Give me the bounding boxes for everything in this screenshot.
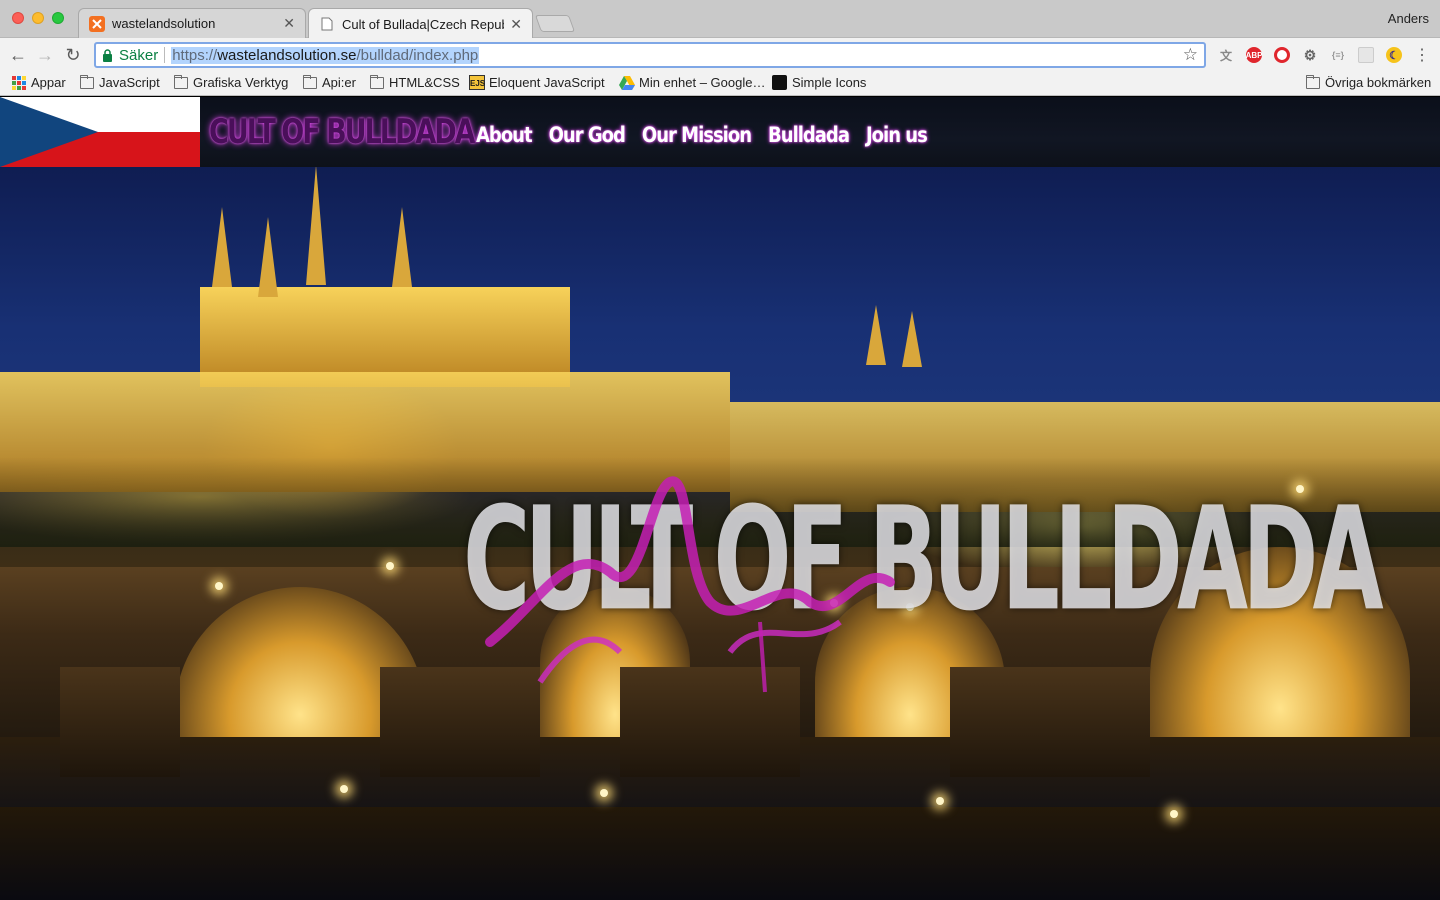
bookmark-label: Eloquent JavaScript: [489, 75, 605, 90]
bookmark-eloquent-javascript[interactable]: EJS Eloquent JavaScript: [469, 75, 605, 90]
adblock-icon[interactable]: ABP: [1246, 47, 1262, 63]
bookmark-label: Min enhet – Google…: [639, 75, 766, 90]
close-window-button[interactable]: [12, 12, 24, 24]
back-arrow-icon[interactable]: ←: [6, 43, 30, 67]
bookmark-min-enhet[interactable]: Min enhet – Google…: [619, 75, 765, 90]
folder-icon: [370, 74, 384, 89]
web-page: CULT OF BULLDADA CULT OF BULLDADA About …: [0, 97, 1440, 900]
grid-extension-icon[interactable]: [1358, 47, 1374, 63]
bookmark-other[interactable]: Övriga bokmärken: [1306, 74, 1432, 90]
castle-spire: [212, 207, 232, 287]
ejs-icon: EJS: [469, 75, 485, 90]
castle-spire: [866, 305, 886, 365]
bridge-pier: [950, 667, 1150, 777]
xampp-icon: [89, 15, 105, 32]
browser-toolbar: ← → ↻ Säker https://wastelandsolution.se…: [0, 38, 1440, 72]
url-host: wastelandsolution.se: [217, 46, 357, 64]
tab-label: Cult of Bullada|Czech Republic: [342, 16, 505, 32]
paint-splash: [485, 476, 895, 693]
bookmarks-bar: Appar JavaScript Grafiska Verktyg Api:er…: [0, 72, 1440, 96]
secure-indicator[interactable]: Säker: [102, 47, 158, 64]
close-tab-icon[interactable]: ✕: [510, 16, 522, 33]
google-drive-icon: [619, 75, 635, 90]
url-text[interactable]: https://wastelandsolution.se/bulldad/ind…: [171, 46, 480, 64]
site-header: CULT OF BULLDADA About Our God Our Missi…: [0, 97, 1440, 167]
page-icon: [319, 16, 335, 32]
maximize-window-button[interactable]: [52, 12, 64, 24]
bookmark-label: Grafiska Verktyg: [193, 75, 289, 90]
street-lamp: [936, 797, 944, 805]
bookmark-javascript[interactable]: JavaScript: [80, 74, 160, 90]
forward-arrow-icon[interactable]: →: [33, 43, 57, 67]
bookmark-simple-icons[interactable]: Simple Icons: [772, 75, 866, 90]
czech-flag: [0, 97, 200, 167]
reload-icon[interactable]: ↻: [61, 43, 85, 67]
folder-icon: [174, 74, 188, 89]
river: [0, 807, 1440, 900]
apps-grid-icon: [12, 75, 26, 90]
castle-spire: [258, 217, 278, 297]
site-logo[interactable]: CULT OF BULLDADA: [209, 113, 476, 152]
bookmark-label: Övriga bokmärken: [1325, 75, 1432, 90]
lock-icon: [103, 48, 112, 62]
tab-wastelandsolution[interactable]: wastelandsolution ✕: [78, 8, 306, 38]
translate-icon[interactable]: 文: [1218, 47, 1234, 63]
close-tab-icon[interactable]: ✕: [283, 15, 295, 32]
new-tab-button[interactable]: [534, 15, 576, 32]
nav-our-mission[interactable]: Our Mission: [642, 123, 752, 148]
gear-extension-icon[interactable]: ⚙: [1302, 47, 1318, 63]
bookmark-label: JavaScript: [99, 75, 160, 90]
bridge-pier: [60, 667, 180, 777]
castle-spire: [392, 207, 412, 287]
nav-join-us[interactable]: Join us: [866, 123, 928, 148]
bookmark-grafiska-verktyg[interactable]: Grafiska Verktyg: [174, 74, 289, 90]
nav-bulldada[interactable]: Bulldada: [768, 123, 850, 148]
main-nav: About Our God Our Mission Bulldada Join …: [476, 123, 928, 148]
simple-icons-icon: [772, 75, 787, 90]
bookmark-star-icon[interactable]: ☆: [1183, 45, 1198, 65]
bookmark-label: HTML&CSS: [389, 75, 460, 90]
street-lamp: [600, 789, 608, 797]
bookmark-label: Api:er: [322, 75, 356, 90]
hero-image: CULT OF BULLDADA: [0, 165, 1440, 900]
nav-our-god[interactable]: Our God: [549, 123, 626, 148]
folder-icon: [1306, 74, 1320, 89]
folder-icon: [303, 74, 317, 89]
tab-cult-of-bullada[interactable]: Cult of Bullada|Czech Republic ✕: [308, 8, 533, 39]
bookmark-label: Simple Icons: [792, 75, 867, 90]
castle-spire: [306, 165, 326, 285]
street-lamp: [340, 785, 348, 793]
bookmark-label: Appar: [31, 75, 66, 90]
browser-titlebar: wastelandsolution ✕ Cult of Bullada|Czec…: [0, 0, 1440, 39]
bookmark-appar[interactable]: Appar: [12, 75, 66, 90]
bookmark-html-css[interactable]: HTML&CSS: [370, 74, 460, 90]
street-lamp: [215, 582, 223, 590]
omnibox-separator: [164, 47, 166, 63]
url-path: /bulldad/index.php: [356, 46, 479, 64]
tab-label: wastelandsolution: [112, 16, 216, 31]
street-lamp: [386, 562, 394, 570]
castle-spire: [902, 311, 922, 367]
opera-icon[interactable]: [1274, 47, 1290, 63]
street-lamp: [1170, 810, 1178, 818]
bookmark-apier[interactable]: Api:er: [303, 74, 356, 90]
moon-icon[interactable]: ☾: [1386, 47, 1402, 63]
profile-name[interactable]: Anders: [1388, 11, 1429, 26]
folder-icon: [80, 74, 94, 89]
json-icon[interactable]: {≡}: [1330, 47, 1346, 63]
secure-label: Säker: [119, 46, 159, 64]
nav-about[interactable]: About: [476, 123, 533, 148]
url-scheme: https://: [172, 46, 218, 64]
address-bar[interactable]: Säker https://wastelandsolution.se/bulld…: [94, 42, 1206, 68]
menu-icon[interactable]: ⋮: [1410, 43, 1434, 67]
minimize-window-button[interactable]: [32, 12, 44, 24]
